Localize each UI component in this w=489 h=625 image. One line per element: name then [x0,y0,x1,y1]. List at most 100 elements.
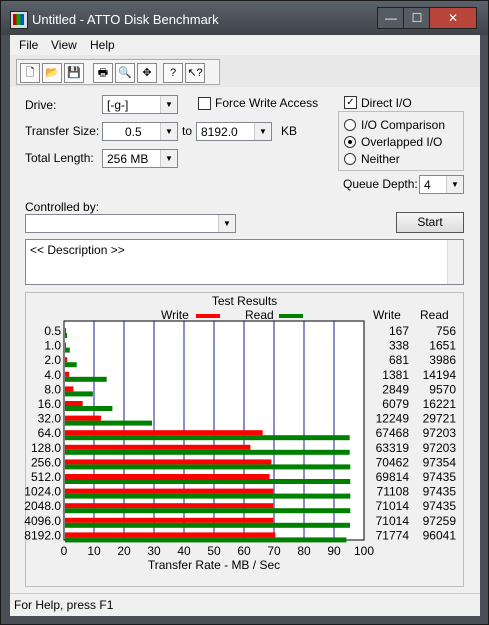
read-value: 1651 [429,339,456,353]
close-button[interactable]: ✕ [429,7,477,29]
menu-file[interactable]: File [19,38,38,52]
print-preview-icon[interactable]: 🔍 [115,63,135,83]
write-value: 12249 [376,412,410,426]
write-value: 338 [389,339,409,353]
x-tick-label: 10 [87,544,101,558]
write-value: 71014 [376,499,410,513]
write-bar [65,532,276,538]
read-bar [65,537,347,543]
minimize-button[interactable]: — [377,7,405,29]
write-value: 69814 [376,470,410,484]
category-label: 16.0 [38,397,62,411]
write-bar [65,357,68,363]
x-tick-label: 40 [177,544,191,558]
read-value: 756 [436,324,456,338]
category-label: 2.0 [44,353,61,367]
category-label: 128.0 [31,441,61,455]
read-bar [65,406,113,411]
category-label: 1024.0 [24,485,61,499]
status-text: For Help, press F1 [14,598,114,612]
menu-help[interactable]: Help [90,38,115,52]
toolbar-group: 🗋 📂 💾 🖶 🔍 ✥ ? ↖? [16,59,220,85]
write-bar [65,328,66,333]
write-bar [65,401,83,406]
read-bar [65,362,77,368]
window-title: Untitled - ATTO Disk Benchmark [32,12,219,27]
read-value: 97435 [423,499,457,513]
help-icon[interactable]: ? [163,63,183,83]
menu-view[interactable]: View [51,38,77,52]
write-bar [65,386,74,392]
menu-bar: File View Help [10,35,480,55]
read-bar [65,391,93,397]
x-tick-label: 30 [147,544,161,558]
x-tick-label: 100 [354,544,374,558]
write-bar [65,517,274,523]
x-tick-label: 80 [297,544,311,558]
read-bar [65,420,152,426]
read-value: 97259 [423,514,457,528]
write-value: 71014 [376,514,410,528]
write-bar [65,415,101,421]
category-label: 512.0 [31,470,61,484]
category-label: 64.0 [38,426,62,440]
write-value: 67468 [376,426,410,440]
read-value: 9570 [429,382,456,396]
benchmark-chart: 0 10 20 30 40 50 60 70 80 90 100 Transfer Rate - MB… [24,320,457,572]
read-value: 14194 [423,368,457,382]
write-value: 1381 [382,368,409,382]
main-panel: Drive: [-g-] ▼ Force Write Access ✓ Dire… [10,87,480,593]
write-value: 681 [389,353,409,367]
x-tick-label: 90 [327,544,341,558]
write-bar [65,474,270,479]
move-icon[interactable]: ✥ [137,63,157,83]
write-value: 6079 [382,397,409,411]
new-icon[interactable]: 🗋 [20,63,40,83]
x-tick-label: 70 [267,544,281,558]
category-label: 1.0 [44,339,61,353]
write-bar [65,444,251,450]
write-value: 2849 [382,382,409,396]
x-tick-label: 50 [207,544,221,558]
open-icon[interactable]: 📂 [42,63,62,83]
read-bar [65,493,351,499]
category-label: 8192.0 [24,528,61,542]
save-icon[interactable]: 💾 [64,63,84,83]
read-value: 97435 [423,470,457,484]
write-value: 167 [389,324,409,338]
write-value: 70462 [376,455,410,469]
read-bar [65,376,107,382]
x-tick-label: 20 [117,544,131,558]
write-bar [65,488,274,494]
read-value: 97203 [423,441,457,455]
read-value: 3986 [429,353,456,367]
category-label: 32.0 [38,412,62,426]
read-bar [65,479,351,484]
category-label: 2048.0 [24,499,61,513]
write-bar [65,371,70,377]
category-label: 4096.0 [24,514,61,528]
title-bar[interactable]: Untitled - ATTO Disk Benchmark — ☐ ✕ [1,1,488,35]
write-bar [65,503,274,509]
write-bar [65,459,272,465]
read-bar [65,464,351,470]
write-value: 71774 [376,528,410,542]
read-bar [65,508,351,514]
write-bar [65,342,66,348]
read-value: 97203 [423,426,457,440]
read-value: 29721 [423,412,457,426]
status-bar: For Help, press F1 [10,593,480,616]
category-label: 256.0 [31,455,61,469]
toolbar: 🗋 📂 💾 🖶 🔍 ✥ ? ↖? [10,55,480,88]
context-help-icon[interactable]: ↖? [185,63,205,83]
read-bar [65,347,70,353]
category-label: 0.5 [44,324,61,338]
read-bar [65,449,350,455]
read-value: 96041 [423,528,457,542]
app-icon [10,11,28,29]
read-value: 16221 [423,397,457,411]
x-axis-label: Transfer Rate - MB / Sec [148,558,280,572]
maximize-button[interactable]: ☐ [403,7,431,29]
print-icon[interactable]: 🖶 [93,63,113,83]
read-bar [65,435,350,441]
